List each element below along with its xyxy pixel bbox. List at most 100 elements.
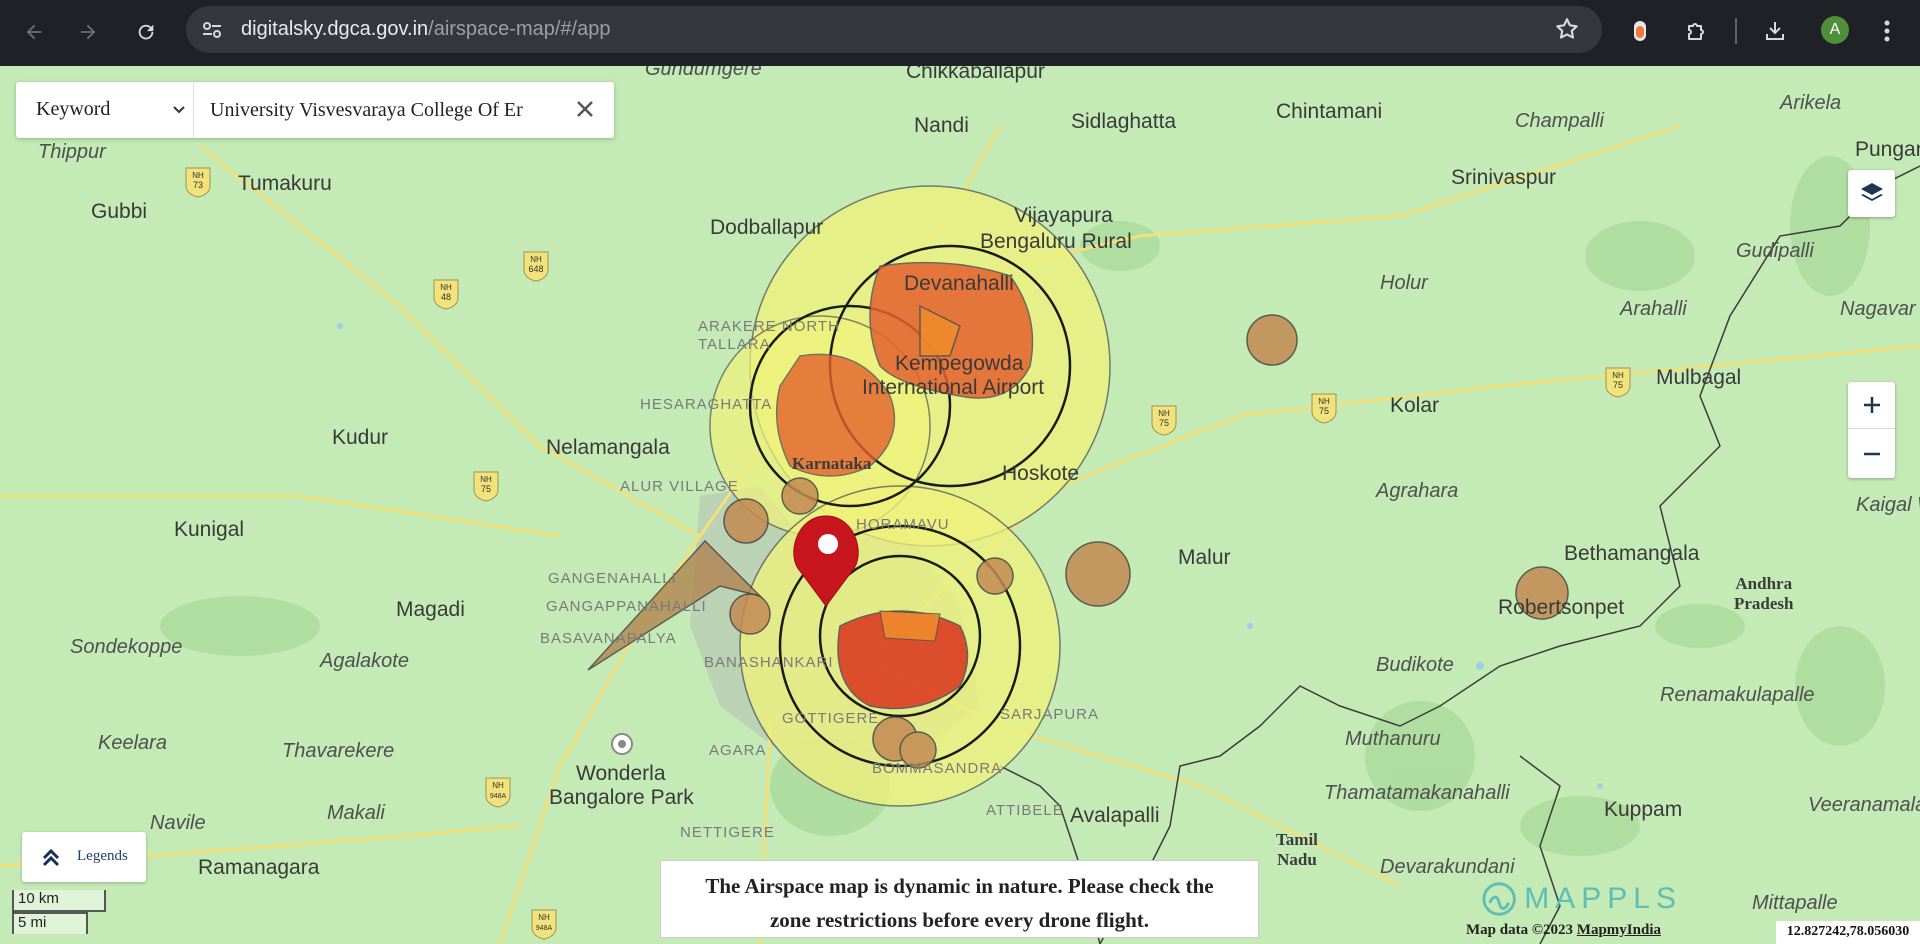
place-arahalli: Arahalli <box>1620 298 1687 320</box>
locality-banashankari: BANASHANKARI <box>704 654 834 671</box>
toolbar-divider <box>1735 18 1737 44</box>
place-wonderla-park: Bangalore Park <box>549 786 694 809</box>
locality-gangenahalli: GANGENAHALLI <box>548 570 677 587</box>
layers-button[interactable] <box>1848 170 1895 217</box>
kebab-menu-icon <box>1884 20 1890 42</box>
place-nandi: Nandi <box>914 114 969 137</box>
nh-number: 75 <box>1613 380 1623 390</box>
highway-shield-nh948a-south: NH 948A <box>531 909 557 940</box>
place-nelamangala: Nelamangala <box>546 436 670 459</box>
svg-text:NH: NH <box>1612 371 1624 380</box>
url-text[interactable]: digitalsky.dgca.gov.in/airspace-map/#/ap… <box>241 18 610 41</box>
locality-basavanapalya: BASAVANAPALYA <box>540 630 677 647</box>
place-mittapalle: Mittapalle <box>1752 892 1838 914</box>
place-pungan: Pungan <box>1855 138 1920 161</box>
svg-text:NH: NH <box>492 781 504 790</box>
place-kolar: Kolar <box>1390 394 1440 417</box>
attribution-link[interactable]: MapmyIndia <box>1577 922 1661 938</box>
browser-toolbar: digitalsky.dgca.gov.in/airspace-map/#/ap… <box>0 0 1920 66</box>
place-agalakote: Agalakote <box>320 650 409 672</box>
reload-icon <box>138 24 154 40</box>
place-kaigal: Kaigal Water <box>1856 494 1920 516</box>
attribution-text: Map data ©2023 <box>1466 922 1577 938</box>
forward-button[interactable] <box>70 14 106 50</box>
place-tamil-nadu: Tamil Nadu <box>1276 830 1318 870</box>
search-input[interactable] <box>210 92 548 128</box>
menu-button[interactable] <box>1870 14 1904 48</box>
url-domain: digitalsky.dgca.gov.in <box>241 18 429 40</box>
legends-button[interactable]: Legends <box>22 832 146 882</box>
nh-number: 48 <box>441 292 451 302</box>
clear-search-button[interactable] <box>573 98 597 122</box>
locality-gangappanahalli: GANGAPPANAHALLI <box>546 598 707 615</box>
nh-number: 75 <box>481 484 491 494</box>
place-tumakuru: Tumakuru <box>238 172 332 195</box>
zoom-out-button[interactable] <box>1848 430 1895 477</box>
svg-text:NH: NH <box>440 283 452 292</box>
place-navile: Navile <box>150 812 206 834</box>
layers-icon <box>1860 182 1883 201</box>
reload-button[interactable] <box>128 14 164 50</box>
nh-number: 75 <box>1319 406 1329 416</box>
highway-shield-nh648: NH648 <box>523 251 549 282</box>
extension-button[interactable] <box>1623 14 1657 48</box>
download-icon <box>1766 22 1784 40</box>
andhra-label: Andhra <box>1735 574 1793 593</box>
place-hoskote: Hoskote <box>1002 462 1080 485</box>
svg-text:NH: NH <box>480 475 492 484</box>
search-mode-select[interactable]: Keyword <box>16 82 194 138</box>
place-gudipalli: Gudipalli <box>1736 240 1814 262</box>
pradesh-label: Pradesh <box>1734 594 1794 613</box>
place-vijayapura: Vijayapura <box>1014 204 1113 227</box>
highway-shield-nh75-west: NH75 <box>473 471 499 502</box>
place-arikela: Arikela <box>1780 92 1842 114</box>
downloads-button[interactable] <box>1758 14 1792 48</box>
place-chintamani: Chintamani <box>1276 100 1383 123</box>
search-mode-label: Keyword <box>36 98 111 120</box>
wonderla-poi-icon[interactable] <box>611 733 633 755</box>
nh-number: 75 <box>1159 418 1169 428</box>
highway-shield-nh75-b: NH75 <box>1311 393 1337 424</box>
profile-avatar[interactable]: A <box>1821 16 1849 44</box>
mappls-logo: MAPPLS <box>1482 876 1682 922</box>
place-nagavara: Nagavar <box>1840 298 1916 320</box>
nh-number: 948A <box>490 793 507 800</box>
place-veeranamala: Veeranamala <box>1808 794 1920 816</box>
highway-shield-nh948a: NH 948A <box>485 777 511 808</box>
plus-icon <box>1863 397 1880 413</box>
place-ramanagara: Ramanagara <box>198 856 320 879</box>
place-karnataka: Karnataka <box>792 454 872 473</box>
svg-text:NH: NH <box>1158 409 1170 418</box>
search-bar: Keyword <box>16 82 614 138</box>
place-kempegowda: Kempegowda <box>895 352 1024 375</box>
place-sondekoppe: Sondekoppe <box>70 636 183 658</box>
locality-hesaraghatta: HESARAGHATTA <box>640 396 773 413</box>
place-kuppam: Kuppam <box>1604 798 1683 821</box>
highway-shield-nh48: NH48 <box>433 279 459 310</box>
notice-line-2: zone restrictions before every drone fli… <box>769 908 1150 932</box>
place-avalapalli: Avalapalli <box>1070 804 1160 827</box>
bookmark-star-icon[interactable] <box>1554 16 1580 42</box>
puzzle-icon <box>1688 23 1704 40</box>
airspace-map[interactable]: NH 73 NH 48 NH 648 NH 75 NH 75 NH 75 NH 75 NH 94… <box>0 66 1920 944</box>
place-thavarekere: Thavarekere <box>282 740 395 762</box>
extensions-button[interactable] <box>1680 14 1714 48</box>
place-robertsonpet: Robertsonpet <box>1498 596 1625 619</box>
locality-nettigere: NETTIGERE <box>680 824 775 841</box>
highway-shield-nh75-c: NH75 <box>1605 367 1631 398</box>
locality-agara: AGARA <box>709 742 767 759</box>
locality-gottigere: GOTTIGERE <box>782 710 880 727</box>
back-button[interactable] <box>16 14 52 50</box>
place-sidlaghatta: Sidlaghatta <box>1071 110 1177 133</box>
extension-colored-icon <box>1634 21 1646 41</box>
place-kunigal: Kunigal <box>174 518 245 541</box>
site-settings-icon[interactable] <box>200 18 224 42</box>
place-bethamangala: Bethamangala <box>1564 542 1700 565</box>
place-thamatamakanahalli: Thamatamakanahalli <box>1324 782 1510 804</box>
place-champalli: Champalli <box>1515 110 1604 132</box>
zoom-control <box>1848 382 1895 478</box>
place-keelara: Keelara <box>98 732 167 754</box>
locality-tallara: TALLARA <box>698 336 771 353</box>
address-bar[interactable]: digitalsky.dgca.gov.in/airspace-map/#/ap… <box>186 6 1602 53</box>
zoom-in-button[interactable] <box>1848 382 1895 429</box>
